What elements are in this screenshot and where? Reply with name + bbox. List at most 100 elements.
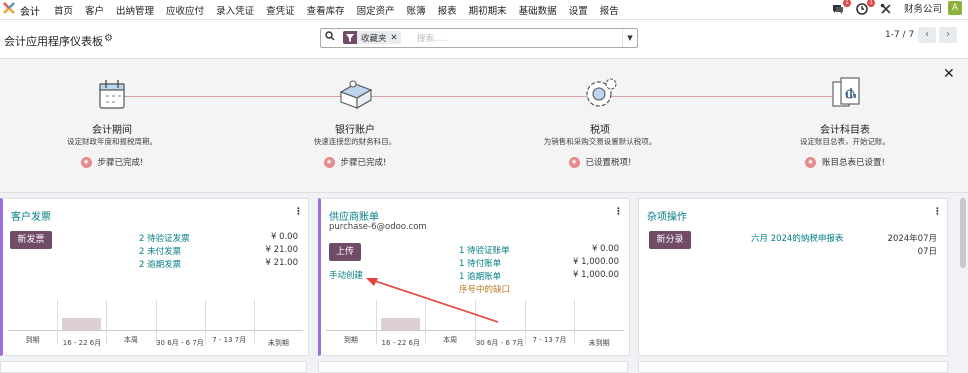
step-title[interactable]: 会计期间	[12, 121, 212, 136]
pager-value[interactable]: 1-7 / 7	[885, 30, 914, 40]
calendar-illustration-icon	[99, 80, 125, 109]
app-logo-icon[interactable]	[3, 2, 15, 14]
navbar-right: 1 1 财务公司 A	[832, 0, 962, 15]
chat-badge: 1	[843, 0, 851, 7]
pager-next-button[interactable]: ›	[939, 27, 957, 43]
menu-item-home[interactable]: 首页	[54, 3, 73, 17]
scrollbar[interactable]	[960, 198, 966, 268]
invoice-aging-chart[interactable]: 到期 16 - 22 6月 本周 30 6月 - 6 7月 7 - 13 7月 未到期	[3, 199, 308, 355]
main-menu: 首页 客户 出纳管理 应收应付 录入凭证 查凭证 查看库存 固定资产 账簿 报表…	[54, 3, 631, 17]
menu-item-enter-voucher[interactable]: 录入凭证	[216, 3, 254, 17]
misc-operations-card: 杂项操作 ⋮ 新分录 六月 2024的纳税申报表 2024年07月 07日	[638, 198, 948, 356]
page-title: 会计应用程序仪表板	[4, 35, 103, 48]
onboarding-progress-line	[112, 96, 832, 97]
chart-divider	[204, 300, 206, 344]
gear-illustration-icon	[586, 78, 617, 107]
step-title[interactable]: 银行账户	[255, 121, 455, 136]
onboarding-panel: ✕ 会计期间 设定财政年度和报税周期。 ★ 步骤已完成! 银行账户 快速连接您的财…	[0, 59, 968, 193]
facet-label: 收藏夹	[361, 33, 387, 44]
pager-previous-button[interactable]: ‹	[918, 27, 936, 43]
step-status-text: 步骤已完成!	[97, 158, 144, 168]
user-avatar[interactable]: A	[948, 1, 962, 15]
tax-return-link[interactable]: 六月 2024的纳税申报表	[751, 232, 843, 244]
chart-tick-label: 16 - 22 6月	[381, 339, 420, 347]
chart-tick-label: 30 6月 - 6 7月	[156, 339, 204, 347]
star-icon: ★	[805, 156, 817, 168]
close-onboarding-icon[interactable]: ✕	[943, 66, 955, 82]
next-card-row	[638, 361, 948, 373]
chart-divider	[106, 300, 108, 344]
step-title[interactable]: 会计科目表	[745, 121, 945, 136]
top-navbar: 会计 首页 客户 出纳管理 应收应付 录入凭证 查凭证 查看库存 固定资产 账簿…	[0, 0, 968, 20]
star-icon: ★	[80, 156, 92, 168]
step-status: ★ 步骤已完成!	[255, 156, 455, 168]
chart-tick-label: 30 6月 - 6 7月	[475, 339, 524, 347]
chart-tick-label: 7 - 13 7月	[532, 336, 567, 344]
step-status: ★ 已设置税项!	[500, 156, 700, 168]
filter-icon	[343, 31, 357, 44]
card-title[interactable]: 杂项操作	[647, 208, 687, 223]
step-title[interactable]: 税项	[500, 121, 700, 136]
step-description: 设定财政年度和报税周期。	[67, 137, 157, 146]
card-menu-icon[interactable]: ⋮	[933, 207, 942, 217]
tools-icon	[880, 3, 891, 14]
annotation-arrow	[366, 278, 499, 323]
menu-item-cashier[interactable]: 出纳管理	[116, 3, 154, 17]
facet-remove-icon[interactable]: ✕	[391, 33, 401, 43]
company-switcher[interactable]: 财务公司	[904, 1, 942, 15]
chat-button[interactable]: 1	[832, 0, 851, 15]
bank-illustration-icon	[339, 80, 373, 109]
chart-divider	[574, 300, 576, 344]
chart-divider	[524, 300, 526, 344]
chart-tick-label: 未到期	[588, 339, 610, 347]
clock-icon	[856, 3, 868, 15]
menu-item-inventory[interactable]: 查看库存	[307, 3, 345, 17]
chart-divider	[57, 300, 59, 344]
chart-bar[interactable]	[62, 317, 102, 330]
chart-tick-label: 未到期	[267, 339, 289, 347]
app-name[interactable]: 会计	[20, 3, 40, 18]
menu-item-view-voucher[interactable]: 查凭证	[266, 3, 295, 17]
step-status: ★ 步骤已完成!	[12, 156, 212, 168]
menu-item-ledgers[interactable]: 账簿	[407, 3, 426, 17]
chart-tick-label: 16 - 22 6月	[62, 339, 102, 347]
chart-divider	[253, 300, 255, 344]
step-status: ★ 账目总表已设置!	[745, 156, 945, 168]
step-status-text: 账目总表已设置!	[822, 158, 885, 168]
tax-return-date-day: 07日	[917, 247, 937, 257]
chart-tick-label: 7 - 13 7月	[212, 336, 247, 344]
chat-icon	[832, 5, 843, 14]
search-dropdown-toggle[interactable]: ▼	[622, 29, 637, 47]
search-icon	[325, 31, 335, 41]
menu-item-fixed-assets[interactable]: 固定资产	[357, 3, 395, 17]
step-description: 设定账目总表，开始记账。	[800, 137, 890, 146]
menu-item-settings[interactable]: 设置	[569, 3, 588, 17]
search-box[interactable]: 收藏夹 ✕ 搜索..... ▼	[320, 28, 638, 48]
menu-item-reports[interactable]: 报表	[438, 3, 457, 17]
activity-button[interactable]: 1	[856, 0, 875, 15]
debug-button[interactable]	[880, 1, 894, 15]
menu-item-payables[interactable]: 应收应付	[166, 3, 204, 17]
new-entry-button[interactable]: 新分录	[649, 231, 691, 249]
next-card-row	[0, 361, 307, 373]
activity-badge: 1	[867, 0, 875, 7]
menu-item-master-data[interactable]: 基础数据	[519, 3, 557, 17]
next-card-row	[318, 361, 628, 373]
step-status-text: 已设置税项!	[585, 158, 632, 168]
menu-item-customers[interactable]: 客户	[85, 3, 104, 17]
menu-item-period[interactable]: 期初期末	[469, 3, 507, 17]
star-icon: ★	[323, 156, 335, 168]
gear-icon[interactable]: ⚙	[104, 33, 113, 44]
search-facet: 收藏夹 ✕	[343, 31, 401, 44]
search-input[interactable]: 搜索.....	[417, 32, 448, 44]
chart-tick-label: 本周	[123, 336, 138, 344]
control-panel: 会计应用程序仪表板 ⚙ 收藏夹 ✕ 搜索..... ▼ 1-7 / 7 ‹ ›	[0, 20, 968, 59]
star-icon: ★	[568, 156, 580, 168]
step-description: 快速连接您的财务科目。	[313, 137, 397, 146]
menu-item-report[interactable]: 报告	[600, 3, 619, 17]
chart-tick-label: 到期	[343, 336, 358, 344]
chart-tick-label: 本周	[443, 336, 458, 344]
step-status-text: 步骤已完成!	[340, 158, 387, 168]
chart-tick-label: 到期	[25, 336, 40, 344]
chart-of-accounts-illustration-icon	[832, 77, 860, 107]
